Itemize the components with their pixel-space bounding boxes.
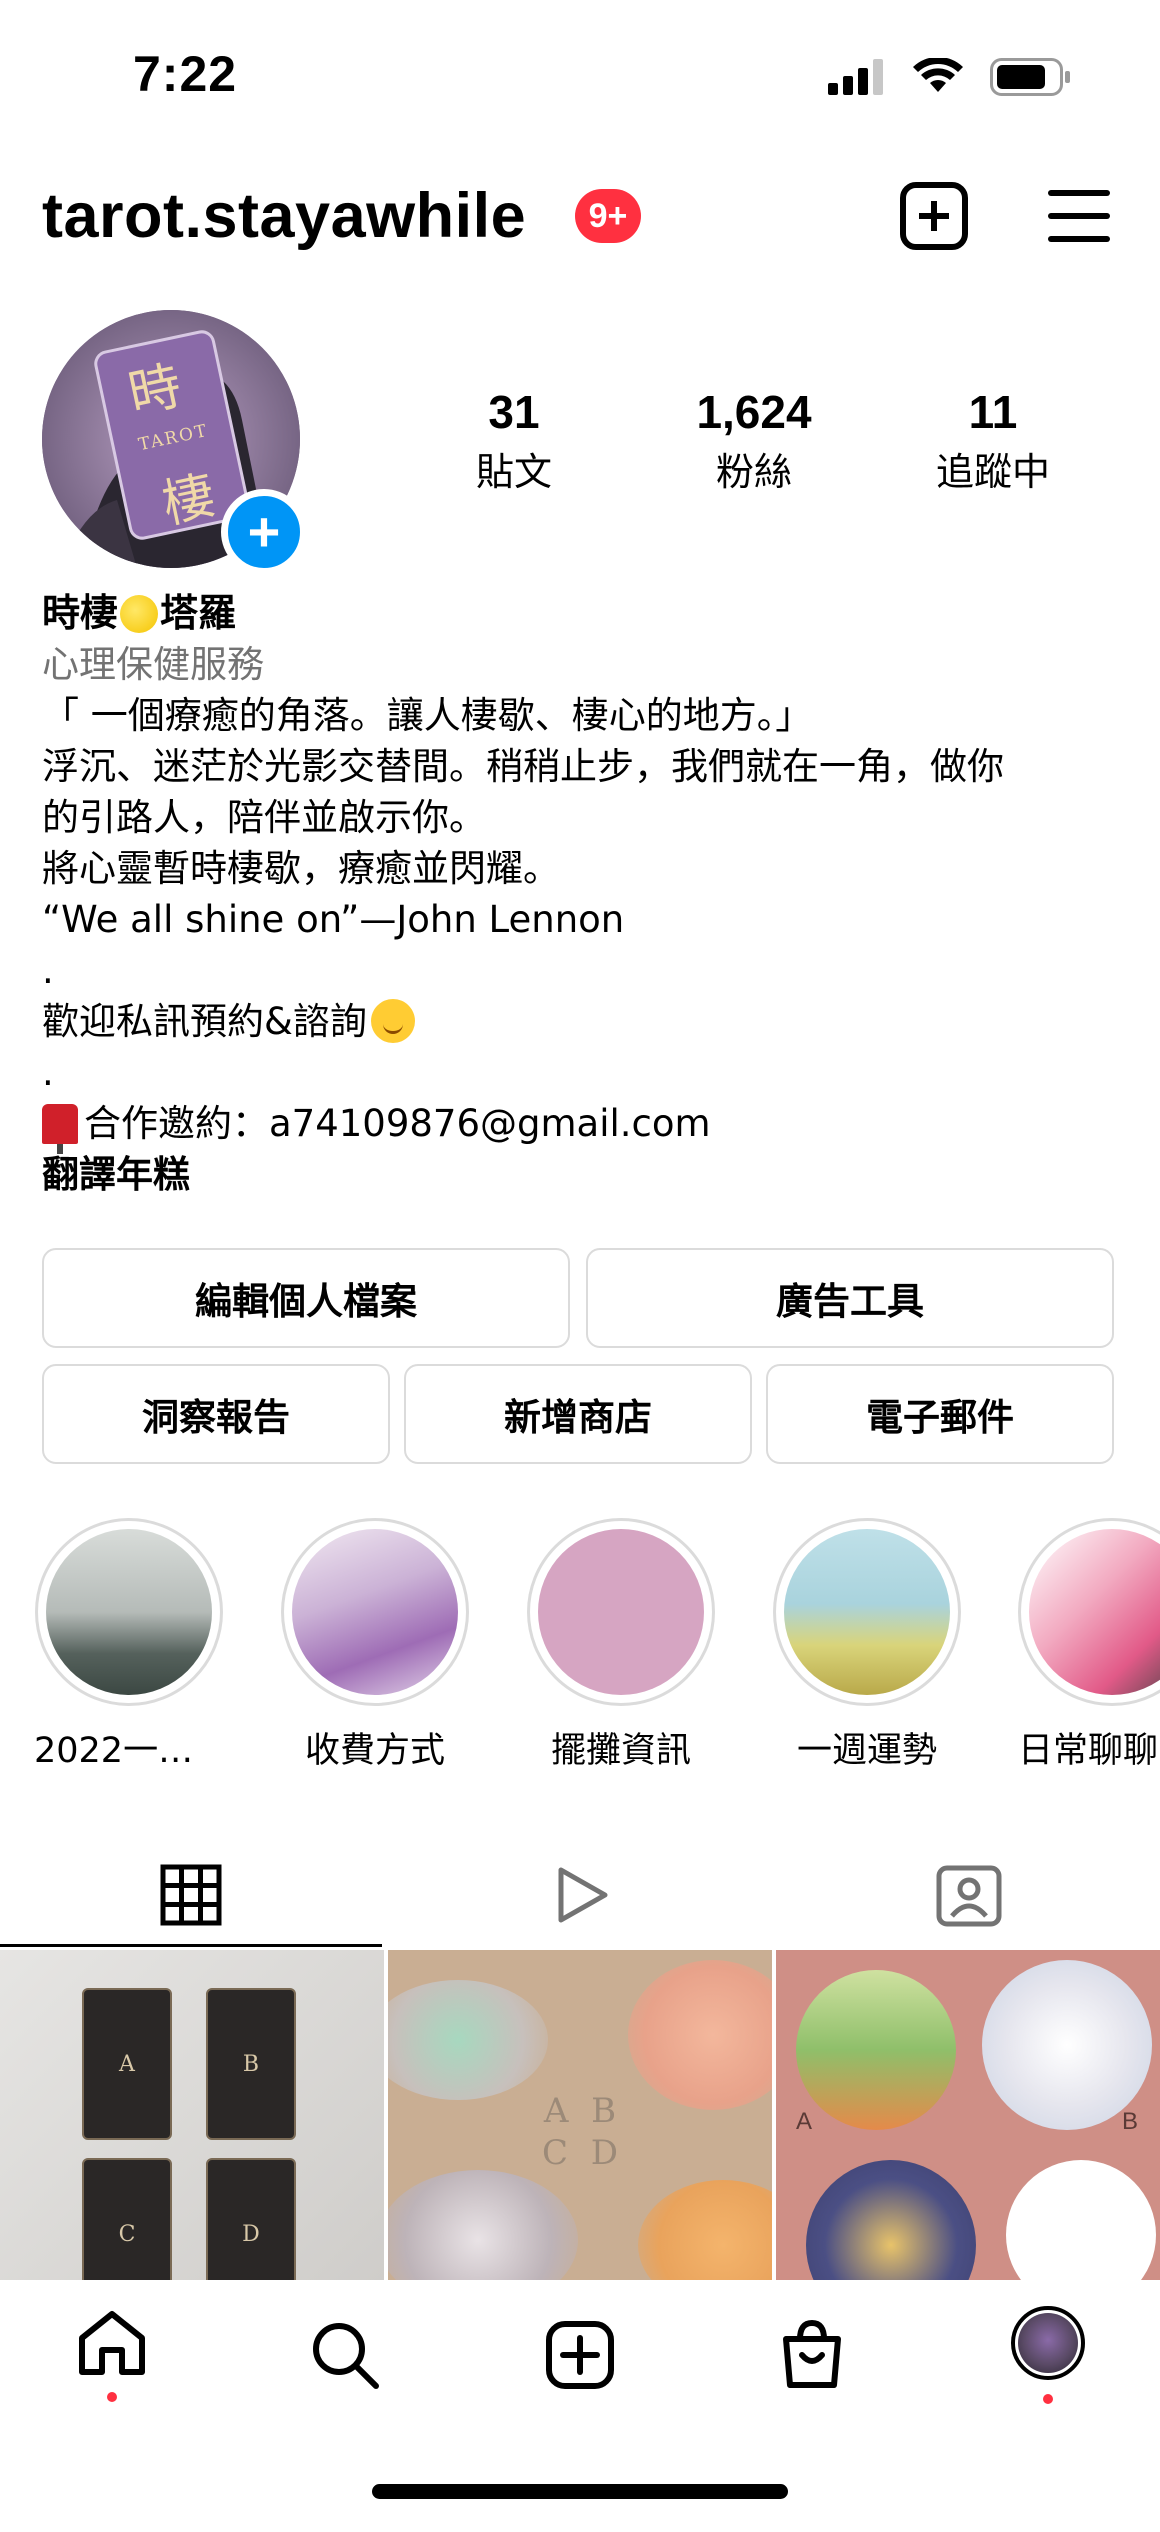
tarot-card: C xyxy=(82,2158,172,2280)
display-name-part-2: 塔羅 xyxy=(160,591,237,635)
tab-grid[interactable] xyxy=(0,1840,382,1950)
post-thumbnail[interactable]: A B xyxy=(776,1950,1160,2280)
profile-avatar-icon xyxy=(1011,2306,1085,2380)
stat-following-label: 追蹤中 xyxy=(935,450,1050,494)
bio-booking-text: 歡迎私訊預約&諮詢 xyxy=(42,1000,367,1043)
add-shop-button[interactable]: 新增商店 xyxy=(404,1364,752,1464)
post-letters-line: A B xyxy=(543,2091,623,2131)
highlight-label: 日常聊聊 xyxy=(1018,1731,1159,1771)
stat-following[interactable]: 11 追蹤中 xyxy=(893,385,1093,496)
active-tab-indicator xyxy=(0,1944,382,1947)
post-thumbnail[interactable]: A B C D xyxy=(0,1950,384,2280)
nav-search[interactable] xyxy=(285,2280,405,2430)
bio-dot: . xyxy=(42,1051,54,1094)
highlight-cover xyxy=(292,1529,458,1695)
nav-new-post[interactable] xyxy=(520,2280,640,2430)
bio-line: 「 一個療癒的角落。讓人棲歇、棲心的地方。」 xyxy=(42,694,813,737)
stat-posts[interactable]: 31 貼文 xyxy=(414,385,614,496)
tab-tagged[interactable] xyxy=(778,1840,1160,1950)
home-icon xyxy=(79,2311,145,2375)
profile-category: 心理保健服務 xyxy=(42,643,264,686)
post-letter: A xyxy=(796,2108,813,2135)
translate-link[interactable]: 翻譯年糕 xyxy=(42,1149,1132,1200)
smile-emoji-icon xyxy=(370,999,415,1043)
edit-profile-button[interactable]: 編輯個人檔案 xyxy=(42,1248,570,1348)
insights-button[interactable]: 洞察報告 xyxy=(42,1364,390,1464)
tarot-card: A xyxy=(82,1988,172,2140)
bio-booking-line: 歡迎私訊預約&諮詢 xyxy=(42,996,1132,1047)
tarot-card: B xyxy=(206,1988,296,2140)
new-post-icon xyxy=(546,2321,614,2389)
profile-username[interactable]: tarot.stayawhile xyxy=(42,180,526,252)
highlight-item[interactable]: 日常聊聊 xyxy=(1018,1518,1160,1773)
status-time: 7:22 xyxy=(133,46,238,102)
highlight-item[interactable]: 收費方式 xyxy=(280,1518,470,1773)
menu-icon[interactable] xyxy=(1048,190,1110,242)
highlight-cover xyxy=(784,1529,950,1695)
highlight-item[interactable]: 2022一週… xyxy=(34,1518,224,1773)
stat-following-count: 11 xyxy=(968,386,1018,438)
email-button[interactable]: 電子郵件 xyxy=(766,1364,1114,1464)
search-icon xyxy=(313,2323,379,2389)
stat-followers[interactable]: 1,624 粉絲 xyxy=(654,385,854,496)
post-thumbnail[interactable]: A B C D xyxy=(388,1950,772,2280)
bio-quote: “We all shine on”—John Lennon xyxy=(42,898,625,941)
ad-tools-button[interactable]: 廣告工具 xyxy=(586,1248,1114,1348)
highlight-cover xyxy=(46,1529,212,1695)
post-letter: B xyxy=(1122,2108,1139,2135)
notification-badge[interactable]: 9+ xyxy=(575,189,641,243)
create-post-icon[interactable] xyxy=(900,182,968,250)
highlight-label: 2022一週… xyxy=(34,1731,224,1771)
nav-home[interactable] xyxy=(52,2280,172,2430)
highlight-item[interactable]: 擺攤資訊 xyxy=(526,1518,716,1773)
bio-line: 浮沉、迷茫於光影交替間。稍稍止步，我們就在一角，做你 xyxy=(42,745,1004,788)
display-name-part-1: 時棲 xyxy=(42,591,119,635)
battery-icon xyxy=(990,58,1070,96)
highlight-label: 收費方式 xyxy=(304,1731,445,1771)
bio-line: 的引路人，陪伴並啟示你。 xyxy=(42,796,486,839)
bio-dot: . xyxy=(42,949,54,992)
status-icons xyxy=(828,58,1072,96)
nav-shop[interactable] xyxy=(752,2280,872,2430)
highlight-cover xyxy=(1029,1529,1160,1695)
highlight-item[interactable]: 一週運勢 xyxy=(772,1518,962,1773)
profile-display-name: 時棲 塔羅 xyxy=(42,588,1132,639)
highlight-label: 擺攤資訊 xyxy=(550,1731,691,1771)
reels-icon xyxy=(558,1867,608,1923)
nav-profile[interactable] xyxy=(988,2280,1108,2430)
highlight-label: 一週運勢 xyxy=(796,1731,937,1771)
profile-notification-dot xyxy=(1043,2394,1053,2404)
wifi-icon xyxy=(913,58,963,92)
profile-bio: 時棲 塔羅 心理保健服務 「 一個療癒的角落。讓人棲歇、棲心的地方。」 浮沉、迷茫… xyxy=(42,588,1132,1200)
highlight-cover xyxy=(538,1529,704,1695)
bio-line: 將心靈暫時棲歇，療癒並閃耀。 xyxy=(42,847,560,890)
tab-reels[interactable] xyxy=(382,1840,778,1950)
tarot-card: D xyxy=(206,2158,296,2280)
grid-icon xyxy=(160,1864,222,1926)
star-emoji-icon xyxy=(120,595,159,633)
add-story-button[interactable]: + xyxy=(221,489,307,575)
postbox-emoji-icon xyxy=(42,1104,78,1154)
post-letters: A B C D xyxy=(538,2090,628,2174)
home-notification-dot xyxy=(107,2392,117,2402)
tagged-icon xyxy=(936,1865,1002,1927)
bio-contact-text: 合作邀約：a74109876@gmail.com xyxy=(84,1102,711,1145)
stat-posts-label: 貼文 xyxy=(475,450,552,494)
stat-posts-count: 31 xyxy=(488,386,540,438)
bio-contact-line: 合作邀約：a74109876@gmail.com xyxy=(42,1098,1132,1154)
stat-followers-count: 1,624 xyxy=(696,386,812,438)
stat-followers-label: 粉絲 xyxy=(715,450,792,494)
home-indicator xyxy=(372,2484,788,2499)
signal-icon xyxy=(828,59,883,95)
post-letters-line: C D xyxy=(541,2133,625,2173)
shop-icon xyxy=(783,2319,841,2388)
